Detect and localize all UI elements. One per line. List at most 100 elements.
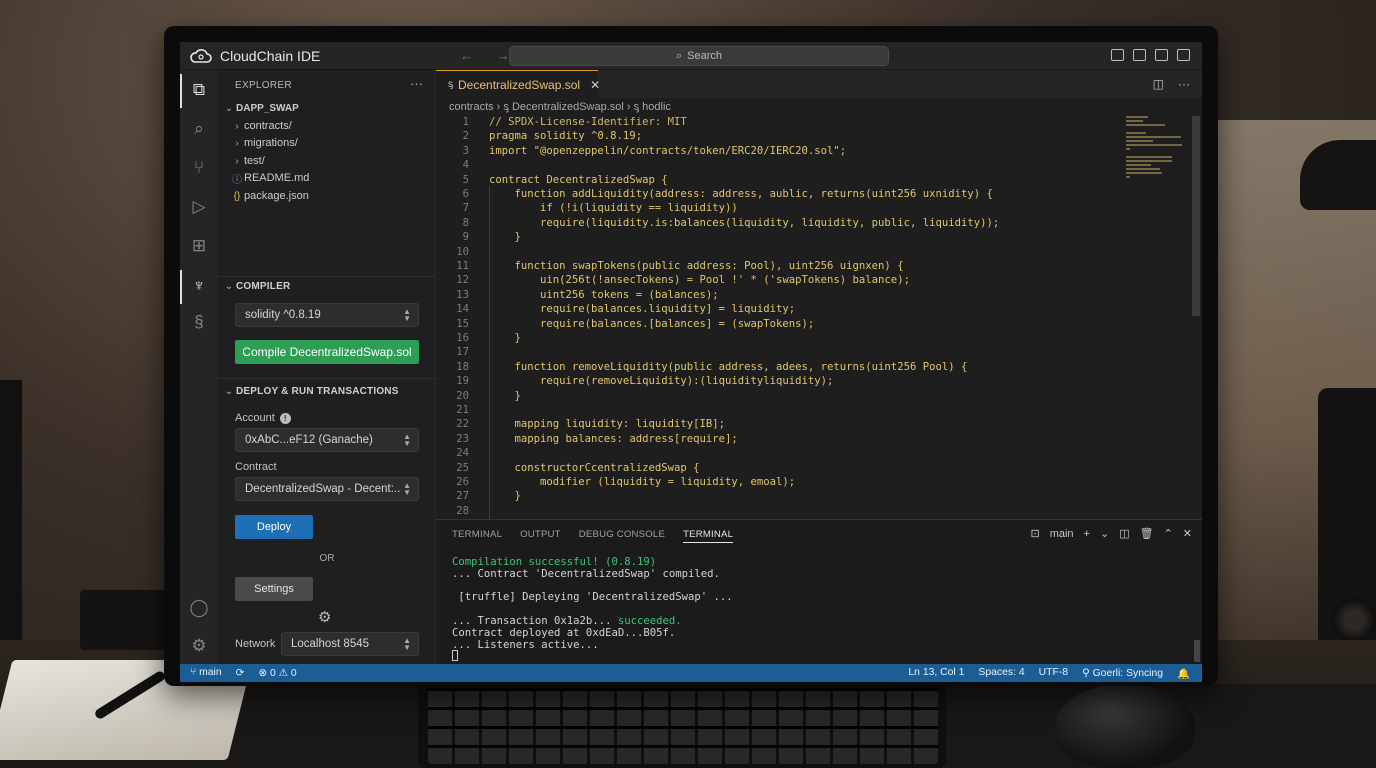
line-number: 1 [462,116,469,128]
compiler-section-header[interactable]: ⌄ COMPILER [222,281,290,292]
code-text: // SPDX-License-Identifier: MIT [489,116,687,128]
code-line[interactable]: 11 function swapTokens(public address: P… [436,260,1126,274]
code-text: modifier (liquidity = liquidity, emoal); [489,476,796,488]
tab-decentralized-swap[interactable]: ᶊ DecentralizedSwap.sol ✕ [436,70,600,98]
close-panel-icon[interactable]: ✕ [1183,527,1192,540]
extensions-icon[interactable]: ⊞ [189,236,209,256]
cloud-chain-logo-icon [188,46,214,66]
code-line[interactable]: 21 [436,404,1126,418]
command-search[interactable]: ⌕ Search [509,46,889,66]
tree-item-migrations[interactable]: › migrations/ [230,134,297,152]
compile-button[interactable]: Compile DecentralizedSwap.sol [235,340,419,364]
code-line[interactable]: 16 } [436,332,1126,346]
cursor-position[interactable]: Ln 13, Col 1 [908,667,964,680]
code-line[interactable]: 10 [436,246,1126,260]
code-text: uin(256t(!ansecTokens) = Pool !' * ('swa… [489,274,910,287]
tab-terminal[interactable]: TERMINAL [683,529,734,543]
network-status[interactable]: ⚲ Goerli: Syncing [1082,667,1163,680]
code-line[interactable]: 1 // SPDX-License-Identifier: MIT [436,116,1126,130]
code-line[interactable]: 6 function addLiquidity(address: address… [436,188,1126,202]
chevron-up-icon[interactable]: ⌃ [1164,527,1173,540]
deploy-section-header[interactable]: ⌄ DEPLOY & RUN TRANSACTIONS [222,386,399,397]
tab-debug-console[interactable]: DEBUG CONSOLE [579,529,665,543]
code-text: constructorCcentralizedSwap { [489,461,700,474]
success-text: succeeded. [617,615,682,627]
solidity-icon[interactable]: § [189,312,209,332]
code-line[interactable]: 2 pragma solidity ^0.8.19; [436,130,1126,144]
code-line[interactable]: 9 } [436,231,1126,245]
trash-icon[interactable]: 🗑 [1140,527,1154,540]
toggle-sidebar-icon[interactable] [1111,49,1124,61]
branch-indicator[interactable]: ⑂ main [190,667,222,679]
breadcrumb[interactable]: contracts › ᶊ DecentralizedSwap.sol › ᶊ … [449,101,671,113]
code-line[interactable]: 28 [436,505,1126,519]
code-line[interactable]: 13 uint256 tokens = (balances); [436,289,1126,303]
gear-icon[interactable]: ⚙ [318,608,331,626]
network-select[interactable]: Localhost 8545 ▲ ▼ [281,632,419,656]
more-actions-icon[interactable]: ··· [1178,77,1190,91]
toggle-secondary-sidebar-icon[interactable] [1155,49,1168,61]
run-debug-icon[interactable]: ▷ [189,197,209,217]
desk-lamp [1300,140,1376,210]
info-icon[interactable]: ! [279,412,291,424]
explorer-files-icon[interactable]: ⧉ [189,80,209,100]
panel-scrollbar[interactable] [1194,640,1200,662]
code-line[interactable]: 8 require(liquidity.is:balances(liquidit… [436,217,1126,231]
tree-item-readme[interactable]: ⓘ README.md [230,169,309,187]
code-line[interactable]: 20 } [436,390,1126,404]
code-line[interactable]: 18 function removeLiquidity(public addre… [436,361,1126,375]
code-line[interactable]: 17 [436,346,1126,360]
settings-button[interactable]: Settings [235,577,313,601]
code-line[interactable]: 3 import "@openzeppelin/contracts/token/E… [436,145,1126,159]
code-line[interactable]: 27 } [436,490,1126,504]
account-select[interactable]: 0xAbC...eF12 (Ganache) ▲ ▼ [235,428,419,452]
file-encoding[interactable]: UTF-8 [1039,667,1068,680]
workspace-root[interactable]: ⌄ DAPP_SWAP [222,99,299,117]
indentation[interactable]: Spaces: 4 [978,667,1024,680]
terminal-shell-name[interactable]: main [1050,528,1074,540]
split-editor-icon[interactable]: ◫ [1153,77,1164,91]
deploy-button[interactable]: Deploy [235,515,313,539]
code-line[interactable]: 24 [436,447,1126,461]
code-line[interactable]: 23 mapping balances: address[require]; [436,433,1126,447]
line-number: 25 [456,461,469,474]
account-icon[interactable]: ◯ [189,598,209,618]
sync-icon[interactable]: ⟳ [236,667,245,679]
compiler-version-select[interactable]: solidity ^0.8.19 ▲ ▼ [235,303,419,327]
problems-indicator[interactable]: ⊗ 0 ⚠ 0 [258,667,296,679]
tab-terminal-secondary[interactable]: TERMINAL [452,529,502,543]
code-line[interactable]: 12 uin(256t(!ansecTokens) = Pool !' * ('… [436,274,1126,288]
tree-item-test[interactable]: › test/ [230,152,264,170]
terminal-cursor[interactable] [452,650,458,662]
bell-icon[interactable]: 🔔 [1177,667,1190,680]
editor-scrollbar[interactable] [1192,116,1200,316]
minimap[interactable] [1126,116,1188,186]
source-control-icon[interactable]: ⑂ [189,158,209,178]
code-line[interactable]: 4 [436,159,1126,173]
code-line[interactable]: 14 require(balances.liquidity] = liquidi… [436,303,1126,317]
chevron-down-icon[interactable]: ⌄ [1100,527,1109,540]
split-terminal-icon[interactable]: ◫ [1119,527,1129,540]
new-terminal-icon[interactable]: + [1084,528,1090,540]
toggle-panel-icon[interactable] [1133,49,1146,61]
settings-gear-icon[interactable]: ⚙ [189,636,209,656]
code-line[interactable]: 15 require(balances.[balances] = (swapTo… [436,318,1126,332]
customize-layout-icon[interactable] [1177,49,1190,61]
code-line[interactable]: 7 if (!i(liquidity == liquidity)) [436,202,1126,216]
more-actions-icon[interactable]: ··· [410,76,423,91]
code-line[interactable]: 26 modifier (liquidity = liquidity, emoa… [436,476,1126,490]
tree-item-contracts[interactable]: › contracts/ [230,117,291,135]
tree-item-package-json[interactable]: {} package.json [230,187,309,205]
code-line[interactable]: 19 require(removeLiquidity):(liquidityli… [436,375,1126,389]
terminal-shell-icon: ⊡ [1030,528,1040,540]
app-title: CloudChain IDE [220,47,321,64]
code-line[interactable]: 5 contract DecentralizedSwap { [436,174,1126,188]
deploy-plugin-icon[interactable]: ♆ [189,276,209,296]
tab-output[interactable]: OUTPUT [520,529,561,543]
search-activity-icon[interactable]: ⌕ [189,119,209,139]
explorer-header: EXPLORER [235,80,292,91]
close-icon[interactable]: ✕ [590,78,600,92]
code-line[interactable]: 25 constructorCcentralizedSwap { [436,462,1126,476]
code-line[interactable]: 22 mapping liquidity: liquidity[IB]; [436,418,1126,432]
contract-select[interactable]: DecentralizedSwap - Decent:.. ▲ ▼ [235,477,419,501]
